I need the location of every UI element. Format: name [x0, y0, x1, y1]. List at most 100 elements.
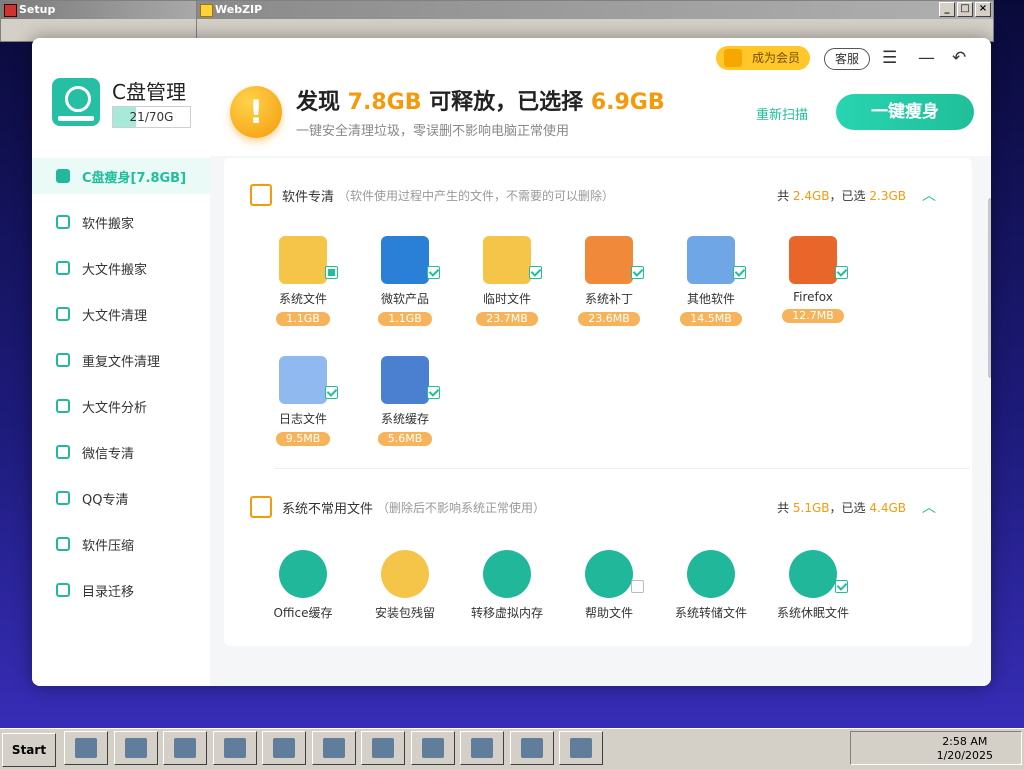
sidebar-item-6[interactable]: 微信专清 — [32, 434, 210, 470]
results-scrollbar[interactable] — [988, 198, 991, 378]
section-selected: 2.3GB — [869, 188, 906, 203]
list-item[interactable]: 转移虚拟内存 — [456, 542, 558, 646]
start-button[interactable]: Start — [2, 733, 56, 767]
maximize-button[interactable]: □ — [957, 2, 973, 17]
section-summary: 共 5.1GB，已选 4.4GB — [777, 499, 906, 516]
office-icon — [279, 550, 327, 598]
list-item[interactable]: 临时文件 23.7MB — [456, 228, 558, 348]
minimize-icon[interactable]: — — [918, 48, 935, 68]
item-size-badge: 5.6MB — [377, 432, 433, 446]
file-move-icon — [56, 261, 70, 275]
item-checkbox[interactable] — [835, 266, 848, 279]
list-item[interactable]: Firefox 12.7MB — [762, 228, 864, 348]
disk-icon — [56, 169, 70, 183]
cd-icon — [322, 738, 345, 758]
setup-window[interactable]: Setup — [0, 0, 198, 42]
taskbar-button-0[interactable] — [64, 731, 108, 765]
taskbar-button-3[interactable] — [212, 731, 257, 765]
list-item[interactable]: 系统转储文件 — [660, 542, 762, 646]
item-checkbox[interactable] — [733, 266, 746, 279]
taskbar-button-8[interactable] — [460, 731, 504, 765]
webzip-app-icon — [200, 4, 213, 17]
sidebar-item-label: 目录迁移 — [82, 584, 135, 600]
item-checkbox[interactable] — [325, 386, 338, 399]
rescan-link[interactable]: 重新扫描 — [756, 104, 808, 123]
taskbar-button-7[interactable] — [410, 731, 455, 765]
list-item[interactable]: 帮助文件 — [558, 542, 660, 646]
vip-button[interactable]: 成为会员 — [716, 46, 810, 70]
app-icon — [421, 738, 444, 758]
webzip-window[interactable]: WebZIP _ □ × — [196, 0, 994, 42]
minimize-button[interactable]: _ — [939, 2, 955, 17]
sidebar-item-1[interactable]: 软件搬家 — [32, 204, 210, 240]
memory-icon — [483, 550, 531, 598]
headline-prefix: 发现 — [296, 90, 348, 115]
back-icon[interactable]: ↶ — [952, 48, 966, 68]
selected-prefix: ，已选 — [829, 188, 870, 203]
sleep-icon — [789, 550, 837, 598]
sidebar-item-9[interactable]: 目录迁移 — [32, 572, 210, 608]
item-label: 系统缓存 — [380, 412, 429, 426]
sidebar-item-0[interactable]: C盘瘦身[7.8GB] — [32, 158, 210, 194]
clock[interactable]: 2:58 AM 1/20/2025 — [937, 735, 993, 763]
menu-icon[interactable]: ☰ — [882, 48, 897, 68]
setup-titlebar[interactable]: Setup — [1, 1, 197, 19]
log-file-icon — [279, 356, 327, 404]
sidebar-item-3[interactable]: 大文件清理 — [32, 296, 210, 332]
list-item[interactable]: 微软产品 1.1GB — [354, 228, 456, 348]
list-item[interactable]: 其他软件 14.5MB — [660, 228, 762, 348]
sidebar-item-5[interactable]: 大文件分析 — [32, 388, 210, 424]
item-checkbox[interactable] — [529, 266, 542, 279]
section-total: 2.4GB — [792, 188, 830, 203]
taskbar-button-4[interactable] — [262, 731, 306, 765]
list-item[interactable]: 日志文件 9.5MB — [252, 348, 354, 468]
list-item[interactable]: 系统休眠文件 — [762, 542, 864, 646]
list-item[interactable]: Office缓存 — [252, 542, 354, 646]
taskbar-button-1[interactable] — [113, 731, 158, 765]
taskbar-button-6[interactable] — [361, 731, 405, 765]
list-item[interactable]: 系统文件 1.1GB — [252, 228, 354, 348]
sidebar-item-label: 微信专清 — [82, 446, 135, 462]
taskbar-button-9[interactable] — [509, 731, 554, 765]
summary-header: 成为会员 客服 ☰ — ↶ ! 发现 7.8GB 可释放，已选择 6.9GB 一… — [210, 38, 991, 156]
item-checkbox[interactable] — [325, 266, 338, 279]
folder-icon — [56, 307, 70, 321]
customer-service-button[interactable]: 客服 — [824, 48, 870, 70]
c-drive-manager-window: C盘管理 21/70G C盘瘦身[7.8GB] 软件搬家 大文件搬家 大文件清理 重复文… — [32, 38, 991, 686]
windows-logo-icon — [381, 236, 429, 284]
webzip-titlebar[interactable]: WebZIP _ □ × — [197, 1, 993, 19]
item-checkbox[interactable] — [631, 266, 644, 279]
section-desc: （删除后不影响系统正常使用） — [377, 500, 546, 515]
item-label: 系统补丁 — [584, 292, 633, 306]
notepad-icon — [570, 738, 592, 758]
scan-results-list[interactable]: 软件专清 （软件使用过程中产生的文件，不需要的可以删除）共 2.4GB，已选 2.… — [224, 158, 972, 646]
collapse-chevron-icon[interactable]: ︿ — [922, 185, 936, 205]
taskbar-button-5[interactable] — [311, 731, 356, 765]
item-size-badge: 14.5MB — [680, 312, 742, 326]
selected-size: 6.9GB — [590, 90, 665, 115]
item-checkbox[interactable] — [835, 580, 848, 593]
sidebar-item-label: 大文件分析 — [82, 400, 148, 416]
sidebar-item-7[interactable]: QQ专清 — [32, 480, 210, 516]
cube-icon — [687, 236, 735, 284]
item-checkbox[interactable] — [427, 266, 440, 279]
taskbar-button-2[interactable] — [163, 731, 207, 765]
close-button[interactable]: × — [975, 2, 991, 17]
item-size-badge: 23.6MB — [578, 312, 640, 326]
sidebar-item-2[interactable]: 大文件搬家 — [32, 250, 210, 286]
list-item[interactable]: 安装包残留 — [354, 542, 456, 646]
clock-time: 2:58 AM — [942, 735, 988, 748]
list-item[interactable]: 系统缓存 5.6MB — [354, 348, 456, 468]
sidebar-item-4[interactable]: 重复文件清理 — [32, 342, 210, 378]
sidebar-item-8[interactable]: 软件压缩 — [32, 526, 210, 562]
section-title: 软件专清 — [282, 189, 335, 205]
list-item[interactable]: 系统补丁 23.6MB — [558, 228, 660, 348]
taskbar-button-10[interactable] — [559, 731, 603, 765]
crown-icon — [724, 49, 742, 67]
item-checkbox[interactable] — [427, 386, 440, 399]
setup-title: Setup — [19, 3, 56, 16]
item-checkbox[interactable] — [631, 580, 644, 593]
collapse-chevron-icon[interactable]: ︿ — [922, 497, 936, 517]
selected-prefix: ，已选 — [829, 500, 870, 515]
one-click-clean-button[interactable]: 一键瘦身 — [836, 94, 974, 130]
